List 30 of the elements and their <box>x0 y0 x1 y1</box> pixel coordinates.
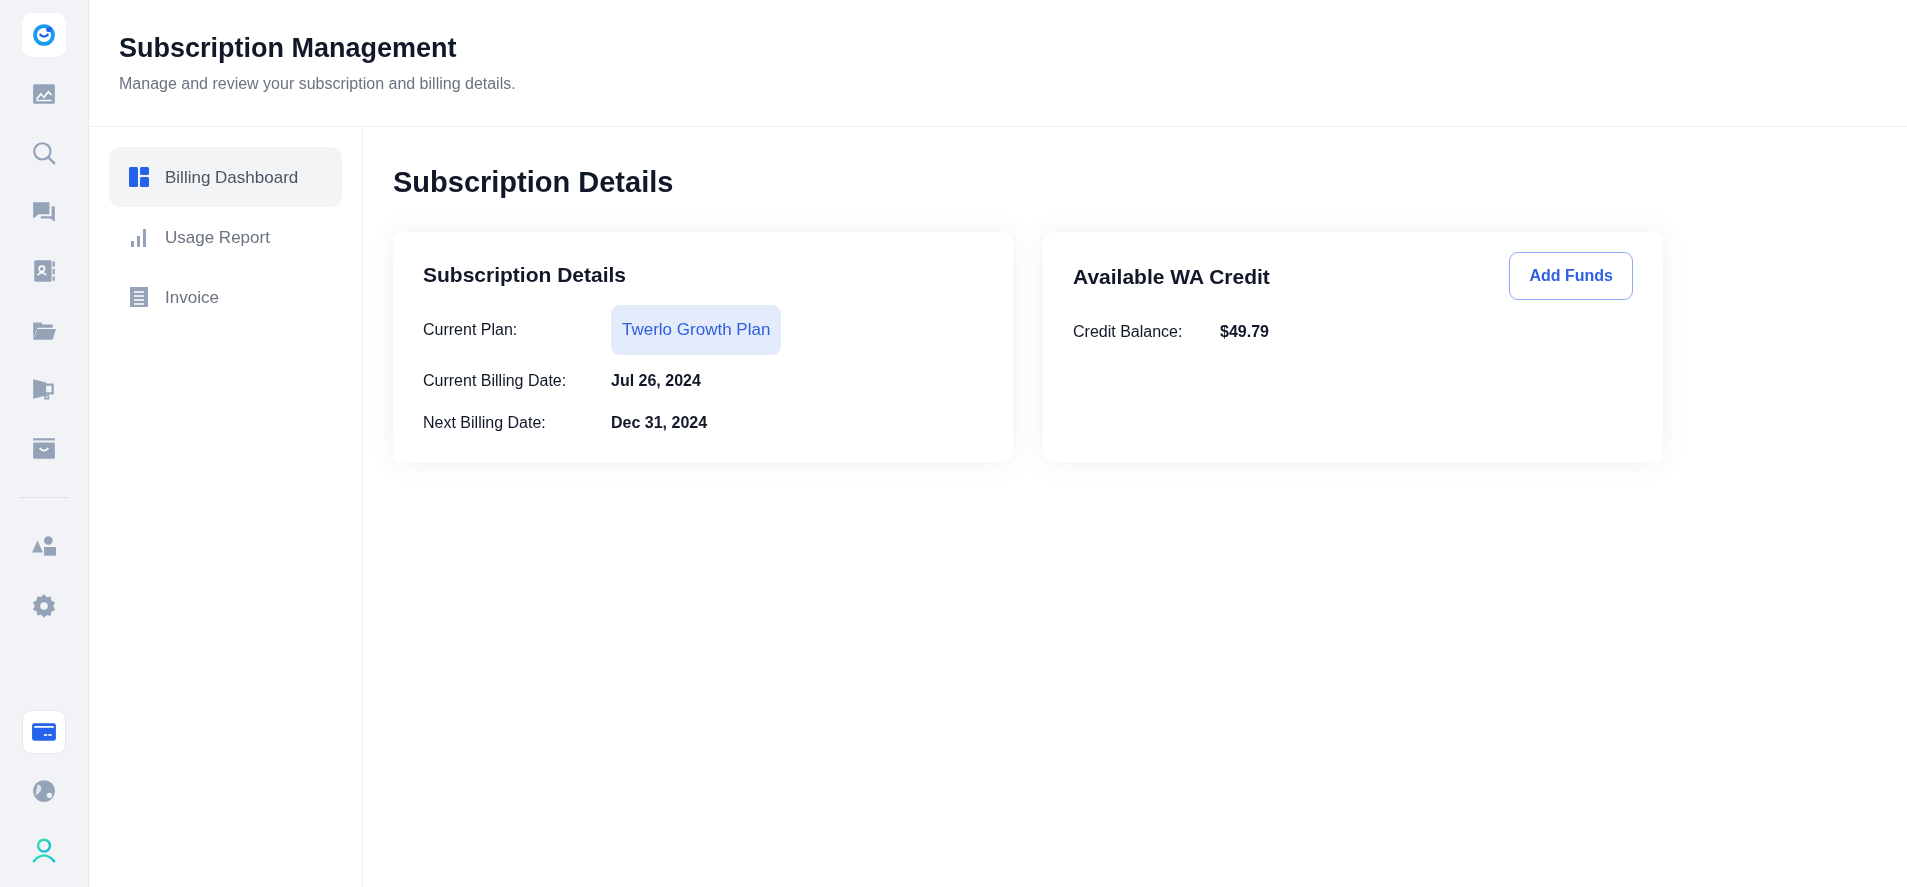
contact-card-icon[interactable] <box>31 258 57 284</box>
card-title: Available WA Credit <box>1073 263 1270 289</box>
field-label: Credit Balance: <box>1073 322 1184 343</box>
credit-card-nav-button[interactable] <box>22 710 66 754</box>
archive-icon[interactable] <box>31 435 57 461</box>
logo-icon[interactable] <box>31 22 57 48</box>
plan-badge: Twerlo Growth Plan <box>611 305 782 355</box>
document-icon <box>127 285 151 310</box>
section-title: Subscription Details <box>393 165 675 201</box>
submenu-item[interactable]: Invoice <box>109 267 342 328</box>
settings-icon[interactable] <box>31 593 57 619</box>
chart-icon[interactable] <box>31 81 57 107</box>
field-label: Current Plan: <box>423 320 519 341</box>
field-label: Next Billing Date: <box>423 412 547 433</box>
card-title: Subscription Details <box>423 262 628 288</box>
submenu-item[interactable]: Billing Dashboard <box>109 147 342 208</box>
page-subtitle: Manage and review your subscription and billing details. <box>119 74 517 95</box>
megaphone-icon[interactable] <box>31 376 57 402</box>
add-funds-button[interactable]: Add Funds <box>1509 252 1633 301</box>
chat-icon[interactable] <box>31 199 57 225</box>
user-icon[interactable] <box>31 837 57 863</box>
globe-icon[interactable] <box>31 778 57 804</box>
dashboard-icon <box>127 165 151 190</box>
page-title: Subscription Management <box>119 32 458 65</box>
field-label: Current Billing Date: <box>423 370 568 391</box>
field-value: Jul 26, 2024 <box>611 370 701 391</box>
search-icon[interactable] <box>31 140 57 166</box>
field-value: Dec 31, 2024 <box>611 412 708 433</box>
submenu-item[interactable]: Usage Report <box>109 207 342 268</box>
balance-value: $49.79 <box>1220 322 1269 343</box>
